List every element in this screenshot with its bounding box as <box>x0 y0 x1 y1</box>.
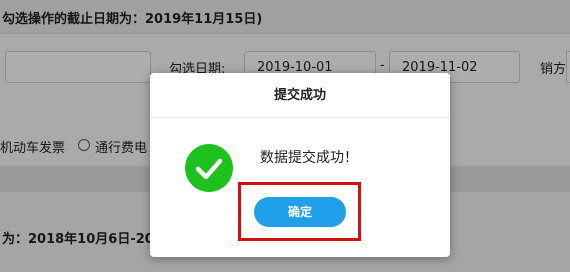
confirm-button[interactable]: 确定 <box>254 197 346 227</box>
dialog-header: 提交成功 <box>150 73 450 118</box>
dialog-message: 数据提交成功！ <box>260 150 358 166</box>
dialog-title: 提交成功 <box>273 88 326 103</box>
success-dialog: 提交成功 数据提交成功！ 确定 <box>150 73 450 257</box>
check-circle-icon <box>185 144 233 192</box>
